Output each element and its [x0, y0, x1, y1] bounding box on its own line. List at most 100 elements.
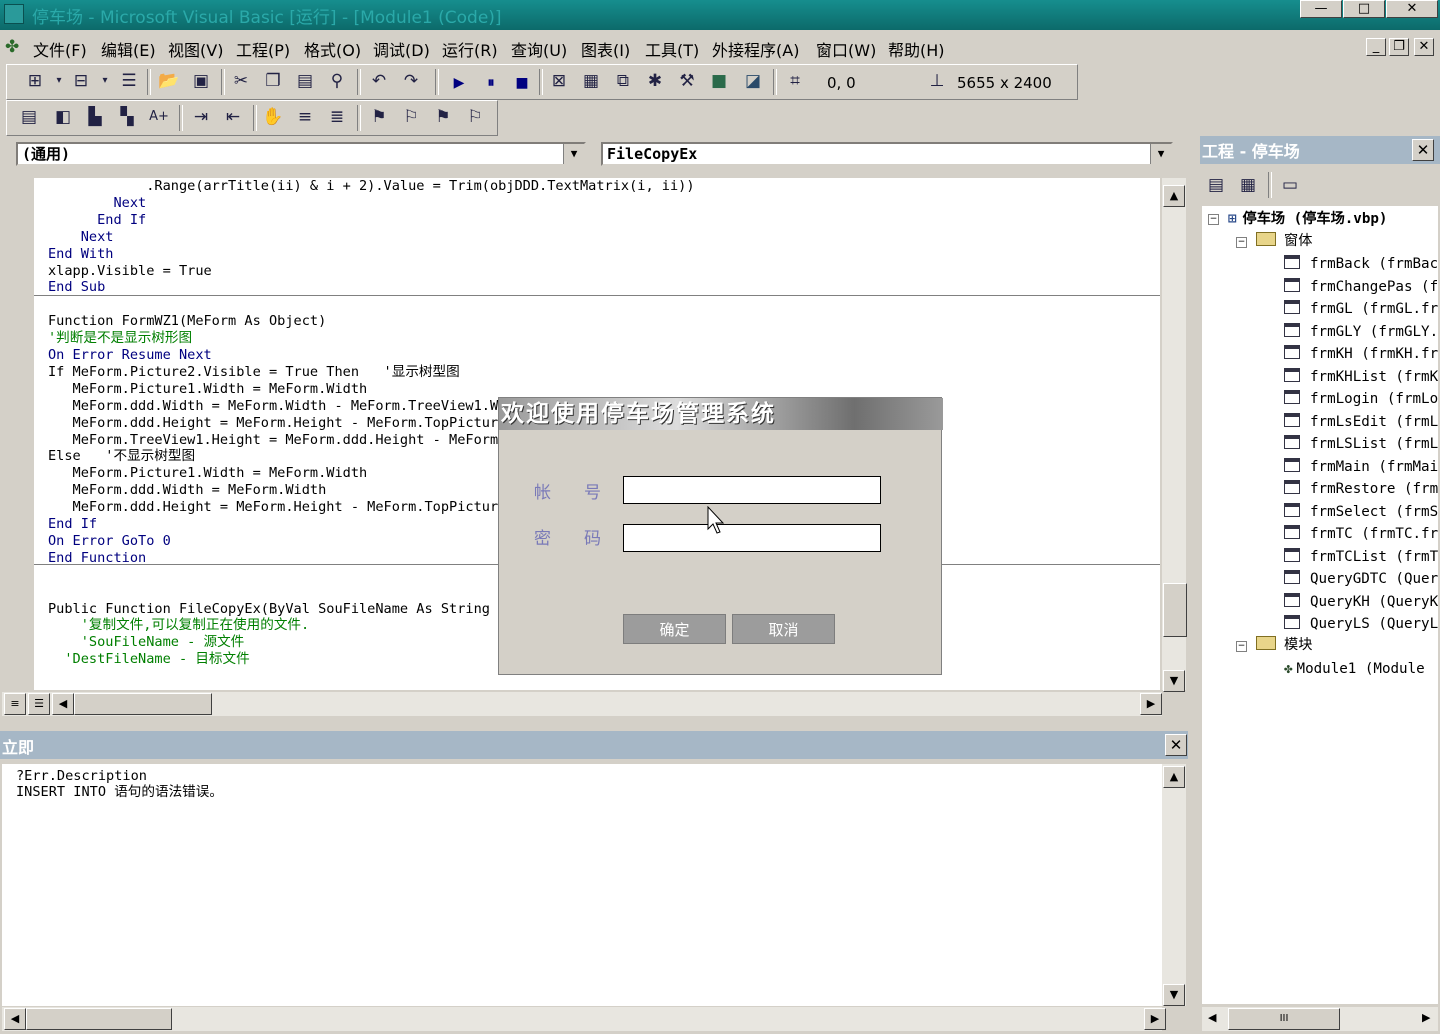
tree-item-form[interactable]: QueryKH (QueryK [1284, 591, 1438, 613]
stop-icon[interactable]: ■ [510, 72, 534, 94]
chevron-down-icon[interactable]: ▼ [1150, 144, 1171, 164]
comment-block-icon[interactable]: ≡ [293, 106, 317, 128]
redo-icon[interactable]: ↷ [399, 70, 423, 92]
tree-item-form[interactable]: frmGL (frmGL.fr [1284, 298, 1438, 320]
save-icon[interactable]: ▣ [189, 70, 213, 92]
child-restore-button[interactable]: ❐ [1389, 38, 1409, 56]
chevron-down-icon[interactable]: ▾ [47, 70, 71, 92]
password-input[interactable] [623, 524, 881, 552]
scroll-thumb[interactable] [26, 1008, 172, 1030]
paste-icon[interactable]: ▤ [293, 70, 317, 92]
tree-item-form[interactable]: frmLsEdit (frmL [1284, 411, 1438, 433]
collapse-icon[interactable]: − [1208, 214, 1219, 225]
tree-item-form[interactable]: frmKH (frmKH.fr [1284, 343, 1438, 365]
project-close-button[interactable]: ✕ [1412, 139, 1434, 161]
toggle-bookmark-icon[interactable]: ⚑ [367, 106, 391, 128]
account-input[interactable] [623, 476, 881, 504]
toggle-breakpoint-icon[interactable]: ✋ [261, 106, 285, 128]
ok-button[interactable]: 确定 [623, 614, 726, 644]
forms-folder[interactable]: 窗体 [1256, 230, 1312, 252]
menu-debug[interactable]: 调试(D) [373, 37, 430, 61]
tree-item-module1[interactable]: ✤ Module1 (Module [1284, 658, 1425, 680]
scroll-left-button[interactable]: ◀ [52, 693, 74, 715]
list-properties-icon[interactable]: ▤ [17, 106, 41, 128]
add-project-icon[interactable]: ⊞ [23, 70, 47, 92]
tree-item-form[interactable]: frmRestore (frm [1284, 478, 1438, 500]
chevron-down-icon[interactable]: ▼ [563, 144, 584, 164]
code-vertical-scrollbar[interactable]: ▲ ▼ [1162, 178, 1187, 692]
code-horizontal-scrollbar[interactable]: ≡ ☰ ◀ ▶ [2, 692, 1162, 716]
previous-bookmark-icon[interactable]: ⚑ [431, 106, 455, 128]
menu-format[interactable]: 格式(O) [304, 37, 361, 61]
start-icon[interactable]: ▶ [447, 72, 471, 94]
object-combo[interactable]: (通用) ▼ [16, 142, 586, 166]
chevron-down-icon[interactable]: ▾ [93, 70, 117, 92]
scroll-up-button[interactable]: ▲ [1163, 766, 1185, 788]
tree-item-form[interactable]: frmBack (frmBac [1284, 253, 1438, 275]
minimize-button[interactable]: — [1300, 0, 1342, 18]
menu-help[interactable]: 帮助(H) [888, 37, 945, 61]
uncomment-block-icon[interactable]: ≣ [325, 106, 349, 128]
procedure-combo[interactable]: FileCopyEx ▼ [601, 142, 1173, 166]
tree-item-form[interactable]: frmLSList (frmL [1284, 433, 1438, 455]
tree-item-form[interactable]: frmMain (frmMai [1284, 456, 1438, 478]
child-minimize-button[interactable]: _ [1366, 38, 1386, 56]
margin-indicator-bar[interactable] [8, 178, 35, 690]
project-root[interactable]: ⊞ 停车场 (停车场.vbp) [1228, 208, 1387, 230]
procedure-view-button[interactable]: ≡ [4, 693, 26, 715]
scroll-thumb[interactable] [1163, 583, 1187, 637]
tree-item-form[interactable]: frmLogin (frmLo [1284, 388, 1438, 410]
cut-icon[interactable]: ✂ [229, 70, 253, 92]
undo-icon[interactable]: ↶ [367, 70, 391, 92]
properties-window-icon[interactable]: ▦ [579, 70, 603, 92]
child-close-button[interactable]: ✕ [1414, 38, 1434, 56]
immediate-vertical-scrollbar[interactable]: ▲ ▼ [1162, 764, 1186, 1006]
find-icon[interactable]: ⚲ [325, 70, 349, 92]
data-view-icon[interactable]: ■ [707, 70, 731, 92]
project-explorer-icon[interactable]: ⊠ [547, 70, 571, 92]
full-module-view-button[interactable]: ☰ [28, 693, 50, 715]
menu-addins[interactable]: 外接程序(A) [712, 37, 799, 61]
menu-diagram[interactable]: 图表(I) [581, 37, 630, 61]
quick-info-icon[interactable]: ▙ [83, 106, 107, 128]
parameter-info-icon[interactable]: ▚ [115, 106, 139, 128]
tree-item-form[interactable]: frmSelect (frmS [1284, 501, 1438, 523]
form-layout-icon[interactable]: ⧉ [611, 70, 635, 92]
scroll-thumb[interactable] [74, 693, 212, 715]
copy-icon[interactable]: ❐ [261, 70, 285, 92]
tree-item-form[interactable]: frmKHList (frmK [1284, 366, 1438, 388]
view-code-icon[interactable]: ▤ [1204, 174, 1228, 196]
immediate-close-button[interactable]: ✕ [1165, 734, 1187, 756]
menu-view[interactable]: 视图(V) [168, 37, 223, 61]
scroll-right-button[interactable]: ▶ [1422, 1011, 1430, 1024]
modules-folder[interactable]: 模块 [1256, 634, 1312, 656]
scroll-right-button[interactable]: ▶ [1144, 1008, 1166, 1030]
object-browser-icon[interactable]: ✱ [643, 70, 667, 92]
toggle-folders-icon[interactable]: ▭ [1278, 174, 1302, 196]
tree-item-form[interactable]: QueryLS (QueryL [1284, 613, 1438, 635]
tree-item-form[interactable]: frmGLY (frmGLY. [1284, 321, 1438, 343]
close-window-button[interactable]: ✕ [1386, 0, 1438, 18]
menu-file[interactable]: 文件(F) [33, 37, 87, 61]
next-bookmark-icon[interactable]: ⚐ [399, 106, 423, 128]
outdent-icon[interactable]: ⇤ [221, 106, 245, 128]
menu-editor-icon[interactable]: ☰ [117, 70, 141, 92]
scroll-left-button[interactable]: ◀ [1208, 1011, 1216, 1024]
menu-edit[interactable]: 编辑(E) [101, 37, 156, 61]
open-project-icon[interactable]: 📂 [157, 70, 181, 92]
scroll-down-button[interactable]: ▼ [1163, 984, 1185, 1006]
list-constants-icon[interactable]: ◧ [51, 106, 75, 128]
tree-item-form[interactable]: QueryGDTC (Quer [1284, 568, 1438, 590]
tree-item-form[interactable]: frmTCList (frmT [1284, 546, 1438, 568]
scroll-up-button[interactable]: ▲ [1163, 185, 1185, 207]
project-horizontal-scrollbar[interactable]: ◀ III ▶ [1202, 1007, 1438, 1031]
scroll-thumb[interactable]: III [1228, 1008, 1340, 1030]
add-form-icon[interactable]: ⊟ [69, 70, 93, 92]
scroll-down-button[interactable]: ▼ [1163, 670, 1185, 692]
maximize-button[interactable]: □ [1343, 0, 1385, 18]
toolbox-icon[interactable]: ⚒ [675, 70, 699, 92]
scroll-left-button[interactable]: ◀ [4, 1008, 26, 1030]
menu-run[interactable]: 运行(R) [442, 37, 498, 61]
tree-item-form[interactable]: frmChangePas (f [1284, 276, 1438, 298]
project-tree[interactable]: − ⊞ 停车场 (停车场.vbp) − 窗体 frmBack (frmBac frm… [1202, 206, 1438, 1004]
